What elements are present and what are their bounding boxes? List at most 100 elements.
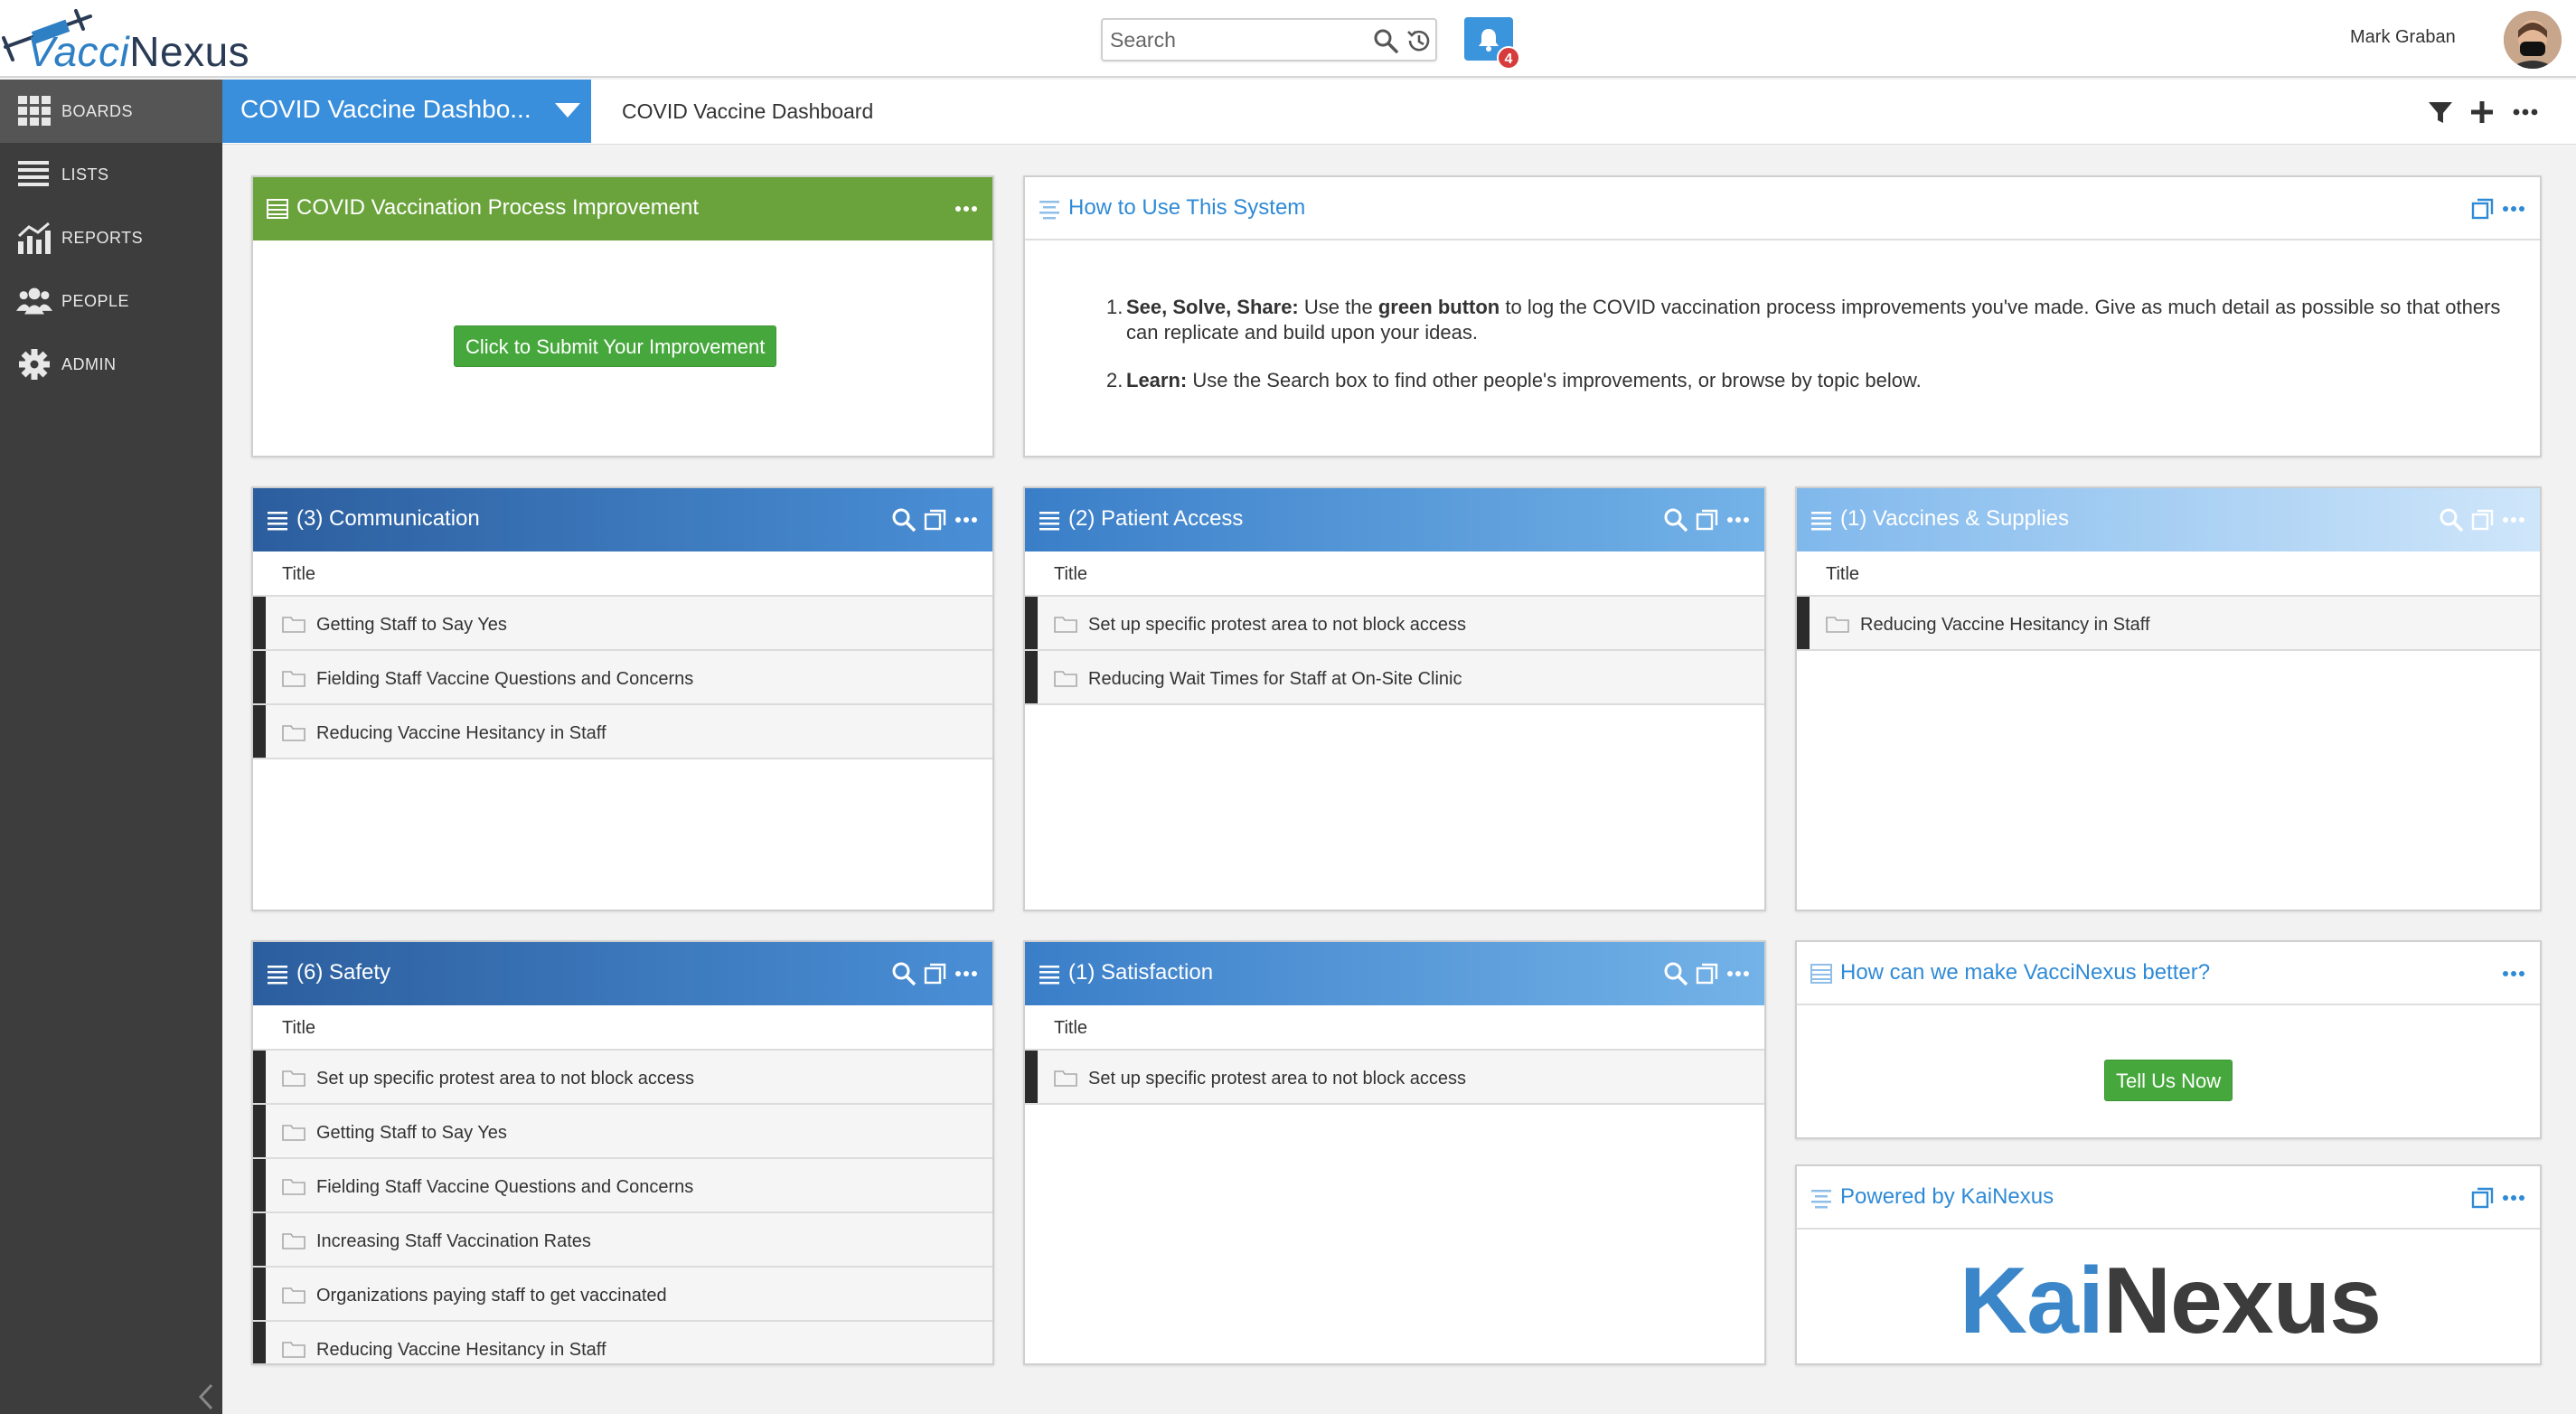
sidebar-item-label: LISTS — [61, 165, 109, 184]
search-icon[interactable] — [2438, 506, 2465, 533]
widget-title: (1) Satisfaction — [1068, 960, 1214, 985]
copy-icon[interactable] — [2469, 506, 2496, 533]
notifications-button[interactable]: 4 — [1464, 17, 1520, 70]
widget-title: Powered by KaiNexus — [1840, 1184, 2054, 1209]
sidebar-item-label: PEOPLE — [61, 292, 130, 310]
widget-title: COVID Vaccination Process Improvement — [296, 195, 700, 220]
kainexus-logo[interactable]: KaiNexus — [1960, 1248, 2382, 1355]
widget-title: (3) Communication — [296, 506, 480, 531]
sidebar-item-lists[interactable]: LISTS — [0, 143, 222, 206]
list-item[interactable]: Fielding Staff Vaccine Questions and Con… — [253, 651, 992, 705]
submit-improvement-button[interactable]: Click to Submit Your Improvement — [454, 325, 777, 367]
search-icon[interactable] — [1662, 960, 1689, 987]
instructions-list: 1. See, Solve, Share: Use the green butto… — [1106, 295, 2516, 416]
more-options-icon[interactable] — [2500, 506, 2527, 533]
form-icon — [1810, 964, 1832, 984]
widget-title: (2) Patient Access — [1068, 506, 1244, 531]
widget-header: How can we make VacciNexus better? — [1797, 942, 2540, 1005]
list-item[interactable]: Reducing Vaccine Hesitancy in Staff — [253, 1322, 992, 1363]
communication-widget: (3) Communication Title Getting Staff to… — [251, 486, 994, 911]
widget-header: How to Use This System — [1025, 177, 2540, 240]
list-item[interactable]: Set up specific protest area to not bloc… — [1025, 597, 1764, 651]
widget-title: (6) Safety — [296, 960, 391, 985]
search-icon[interactable] — [1372, 27, 1399, 54]
copy-icon[interactable] — [1694, 506, 1721, 533]
column-header[interactable]: Title — [1025, 551, 1764, 597]
copy-icon[interactable] — [2469, 195, 2496, 222]
list-item[interactable]: Reducing Wait Times for Staff at On-Site… — [1025, 651, 1764, 705]
list-item[interactable]: Getting Staff to Say Yes — [253, 597, 992, 651]
copy-icon[interactable] — [922, 506, 949, 533]
instruction-item: 2. Learn: Use the Search box to find othe… — [1106, 369, 1922, 391]
more-options-icon[interactable] — [953, 506, 980, 533]
more-options-icon[interactable] — [953, 960, 980, 987]
feedback-widget: How can we make VacciNexus better? Tell … — [1795, 940, 2542, 1139]
column-header[interactable]: Title — [1797, 551, 2540, 597]
list-icon — [1039, 512, 1059, 531]
widget-header: (3) Communication — [253, 488, 992, 551]
sidebar-item-admin[interactable]: ADMIN — [0, 333, 222, 396]
list-item[interactable]: Organizations paying staff to get vaccin… — [253, 1268, 992, 1322]
copy-icon[interactable] — [2469, 1184, 2496, 1211]
search-input[interactable] — [1110, 25, 1363, 54]
folder-icon — [282, 725, 306, 741]
column-header[interactable]: Title — [253, 1005, 992, 1051]
patient-access-widget: (2) Patient Access Title Set up specific… — [1023, 486, 1766, 911]
search-icon[interactable] — [890, 960, 917, 987]
history-icon[interactable] — [1405, 27, 1432, 54]
board-header: COVID Vaccine Dashbo... COVID Vaccine Da… — [222, 80, 2576, 145]
list-item[interactable]: Fielding Staff Vaccine Questions and Con… — [253, 1159, 992, 1213]
list-item[interactable]: Getting Staff to Say Yes — [253, 1105, 992, 1159]
more-options-icon[interactable] — [1725, 960, 1752, 987]
more-options-icon[interactable] — [2500, 195, 2527, 222]
widget-title: How can we make VacciNexus better? — [1840, 960, 2211, 985]
collapse-sidebar-chevron-icon[interactable] — [195, 1381, 217, 1412]
logo-wordmark: VacciNexus — [27, 28, 250, 75]
widget-header: (2) Patient Access — [1025, 488, 1764, 551]
folder-icon — [282, 1179, 306, 1195]
sidebar-item-label: REPORTS — [61, 229, 144, 247]
safety-widget: (6) Safety Title Set up specific protest… — [251, 940, 994, 1365]
list-icon — [268, 966, 287, 985]
search-icon[interactable] — [1662, 506, 1689, 533]
people-icon — [16, 288, 52, 315]
list-item[interactable]: Reducing Vaccine Hesitancy in Staff — [253, 705, 992, 759]
folder-icon — [282, 1070, 306, 1087]
add-icon[interactable] — [2468, 98, 2496, 127]
sidebar-item-reports[interactable]: REPORTS — [0, 206, 222, 269]
sidebar-item-people[interactable]: PEOPLE — [0, 269, 222, 333]
more-options-icon[interactable] — [2500, 1184, 2527, 1211]
avatar[interactable] — [2504, 11, 2562, 69]
instruction-item: 1. See, Solve, Share: Use the green butto… — [1106, 296, 2501, 344]
top-bar: VacciNexus 4 Mark Graban — [0, 0, 2576, 78]
sidebar-item-label: ADMIN — [61, 355, 117, 373]
board-selector-dropdown[interactable]: COVID Vaccine Dashbo... — [222, 80, 591, 143]
more-options-icon[interactable] — [1725, 506, 1752, 533]
more-options-icon[interactable] — [2500, 960, 2527, 987]
column-header[interactable]: Title — [1025, 1005, 1764, 1051]
more-options-icon[interactable] — [2511, 98, 2540, 127]
page-title: COVID Vaccine Dashboard — [622, 99, 874, 123]
user-name[interactable]: Mark Graban — [2350, 27, 2456, 48]
more-options-icon[interactable] — [953, 195, 980, 222]
filter-icon[interactable] — [2426, 98, 2455, 127]
copy-icon[interactable] — [1694, 960, 1721, 987]
sidebar-item-boards[interactable]: BOARDS — [0, 80, 222, 143]
search-icon[interactable] — [890, 506, 917, 533]
column-header[interactable]: Title — [253, 551, 992, 597]
list-item[interactable]: Increasing Staff Vaccination Rates — [253, 1213, 992, 1268]
improvement-widget: COVID Vaccination Process Improvement Cl… — [251, 175, 994, 457]
list-icon — [268, 512, 287, 531]
list-item[interactable]: Set up specific protest area to not bloc… — [253, 1051, 992, 1105]
vaccines-supplies-widget: (1) Vaccines & Supplies Title Reducing V… — [1795, 486, 2542, 911]
list-item[interactable]: Reducing Vaccine Hesitancy in Staff — [1797, 597, 2540, 651]
board-selector-label: COVID Vaccine Dashbo... — [240, 95, 531, 123]
folder-icon — [1054, 1070, 1077, 1087]
list-item[interactable]: Set up specific protest area to not bloc… — [1025, 1051, 1764, 1105]
copy-icon[interactable] — [922, 960, 949, 987]
tell-us-now-button[interactable]: Tell Us Now — [2104, 1060, 2233, 1101]
vaccinexus-logo[interactable]: VacciNexus — [0, 7, 262, 75]
folder-icon — [282, 617, 306, 633]
user-photo-icon — [2504, 11, 2562, 69]
search-box[interactable] — [1101, 18, 1437, 61]
